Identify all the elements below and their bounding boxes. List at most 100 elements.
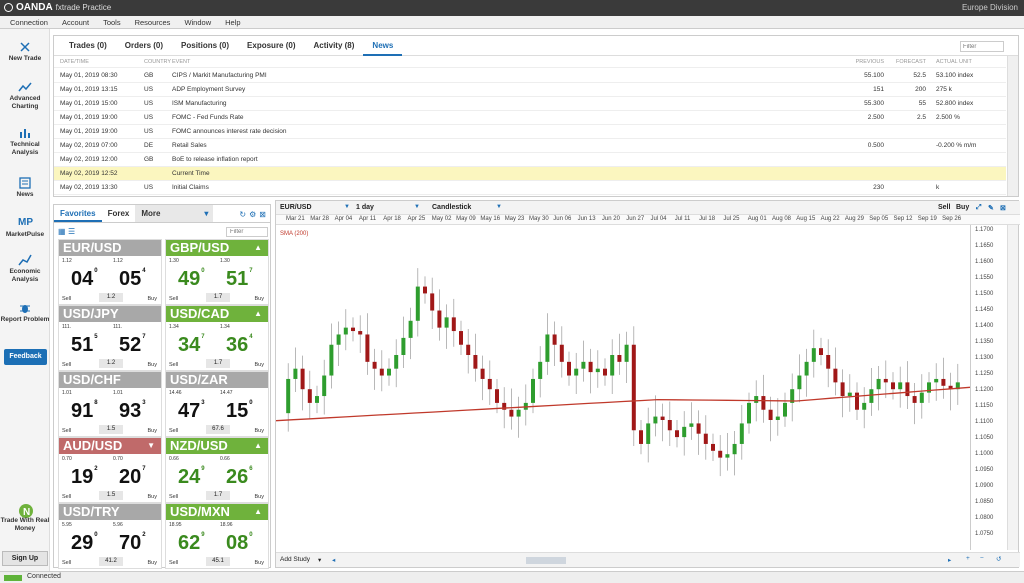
- tab-more[interactable]: More ▾: [135, 205, 214, 222]
- tab-news[interactable]: News: [363, 36, 403, 56]
- gear-icon[interactable]: ⚙: [249, 210, 256, 219]
- currency-tile[interactable]: USD/CAD ▲ 1.34 1.34 347 364 Sell 1.7 Buy: [165, 305, 269, 371]
- watchlist-filter-input[interactable]: [226, 227, 268, 237]
- sell-price[interactable]: 347: [178, 334, 205, 357]
- sign-up-button[interactable]: Sign Up: [2, 551, 48, 566]
- grid-view-icon[interactable]: ▦: [58, 227, 66, 236]
- news-row[interactable]: May 01, 2019 08:30 GB CIPS / Markit Manufa…: [54, 69, 1006, 83]
- sell-price[interactable]: 515: [71, 334, 98, 357]
- news-event: FOMC announces interest rate decision: [172, 128, 287, 135]
- buy-price[interactable]: 702: [119, 532, 146, 555]
- zoom-in-icon[interactable]: +: [966, 555, 970, 562]
- scroll-right-icon[interactable]: ▸: [948, 556, 951, 564]
- currency-tile[interactable]: USD/TRY 5.95 5.96 290 702 Sell 41.2 Buy: [58, 503, 162, 569]
- news-row[interactable]: May 01, 2019 15:00 US ISM Manufacturing 55.…: [54, 97, 1006, 111]
- menu-help[interactable]: Help: [225, 18, 240, 27]
- tab-exposure[interactable]: Exposure (0): [238, 36, 304, 56]
- sell-price[interactable]: 490: [178, 268, 205, 291]
- menu-connection[interactable]: Connection: [10, 18, 48, 27]
- instrument-select[interactable]: EUR/USD: [280, 204, 312, 211]
- close-icon[interactable]: ⊠: [1000, 204, 1006, 212]
- buy-price[interactable]: 080: [226, 532, 253, 555]
- feedback-button[interactable]: Feedback: [4, 349, 47, 365]
- chevron-down-icon[interactable]: ▼: [414, 204, 420, 210]
- sidebar-item-report-problem[interactable]: Report Problem: [0, 302, 50, 324]
- sell-price[interactable]: 249: [178, 466, 205, 489]
- buy-price[interactable]: 517: [226, 268, 253, 291]
- sidebar-item-news[interactable]: News: [0, 177, 50, 199]
- tab-favorites[interactable]: Favorites: [54, 205, 102, 222]
- menu-tools[interactable]: Tools: [103, 18, 121, 27]
- currency-tile[interactable]: USD/ZAR 14.46 14.47 473 150 Sell 67.6 Buy: [165, 371, 269, 437]
- candle-body: [466, 344, 471, 355]
- currency-tile[interactable]: NZD/USD ▲ 0.66 0.66 249 266 Sell 1.7 Buy: [165, 437, 269, 503]
- trade-real-money-link[interactable]: N Trade With Real Money: [0, 503, 50, 533]
- chart-vertical-scrollbar[interactable]: [1007, 225, 1018, 550]
- currency-tile[interactable]: USD/MXN ▲ 18.95 18.96 629 080 Sell 45.1 Buy: [165, 503, 269, 569]
- spread-badge: 1.5: [99, 491, 123, 500]
- menu-account[interactable]: Account: [62, 18, 89, 27]
- buy-price[interactable]: 150: [226, 400, 253, 423]
- sidebar-item-technical-analysis[interactable]: Technical Analysis: [0, 127, 50, 157]
- sell-price[interactable]: 192: [71, 466, 98, 489]
- chart-buy-button[interactable]: Buy: [956, 204, 969, 211]
- currency-tile[interactable]: GBP/USD ▲ 1.30 1.30 490 517 Sell 1.7 Buy: [165, 239, 269, 305]
- menu-resources[interactable]: Resources: [135, 18, 171, 27]
- chart-sell-button[interactable]: Sell: [938, 204, 950, 211]
- news-row[interactable]: May 02, 2019 12:52 Current Time: [54, 167, 1006, 181]
- refresh-icon[interactable]: ↻: [239, 210, 246, 219]
- sidebar-item-new-trade[interactable]: New Trade: [0, 41, 50, 63]
- sell-price[interactable]: 040: [71, 268, 98, 291]
- tab-forex[interactable]: Forex: [102, 205, 136, 222]
- list-view-icon[interactable]: ☰: [68, 227, 75, 236]
- news-row[interactable]: May 02, 2019 13:30 US Initial Claims 230 k: [54, 181, 1006, 195]
- connection-status: Connected: [27, 573, 61, 580]
- news-scrollbar[interactable]: [1007, 56, 1018, 196]
- sell-pips: 24: [178, 466, 201, 488]
- news-row[interactable]: May 01, 2019 19:00 US FOMC - Fed Funds Rat…: [54, 111, 1006, 125]
- buy-price[interactable]: 207: [119, 466, 146, 489]
- sell-price[interactable]: 629: [178, 532, 205, 555]
- edit-icon[interactable]: ✎: [988, 204, 994, 212]
- currency-tile[interactable]: USD/JPY 111. 111. 515 527 Sell 1.2 Buy: [58, 305, 162, 371]
- news-row[interactable]: May 02, 2019 07:00 DE Retail Sales 0.500 -0.…: [54, 139, 1006, 153]
- scroll-left-icon[interactable]: ◂: [332, 556, 335, 564]
- chevron-down-icon[interactable]: ▾: [318, 556, 321, 564]
- buy-price[interactable]: 933: [119, 400, 146, 423]
- candlestick-plot[interactable]: [276, 225, 970, 550]
- buy-price[interactable]: 266: [226, 466, 253, 489]
- sell-price[interactable]: 473: [178, 400, 205, 423]
- sell-price[interactable]: 290: [71, 532, 98, 555]
- chevron-down-icon[interactable]: ▼: [496, 204, 502, 210]
- chart-style-select[interactable]: Candlestick: [432, 204, 471, 211]
- sidebar-item-marketpulse[interactable]: MP MarketPulse: [0, 217, 50, 239]
- buy-label: Buy: [147, 362, 157, 368]
- sidebar-item-advanced-charting[interactable]: Advanced Charting: [0, 81, 50, 111]
- tab-activity[interactable]: Activity (8): [305, 36, 364, 56]
- sidebar-item-economic-analysis[interactable]: Economic Analysis: [0, 254, 50, 284]
- currency-tile[interactable]: EUR/USD 1.12 1.12 040 054 Sell 1.2 Buy: [58, 239, 162, 305]
- date-tick: May 09: [456, 216, 476, 222]
- buy-price[interactable]: 364: [226, 334, 253, 357]
- news-row[interactable]: May 01, 2019 13:15 US ADP Employment Surve…: [54, 83, 1006, 97]
- close-icon[interactable]: ⊠: [259, 210, 266, 219]
- currency-tile[interactable]: USD/CHF 1.01 1.01 918 933 Sell 1.5 Buy: [58, 371, 162, 437]
- news-row[interactable]: May 01, 2019 19:00 US FOMC announces inter…: [54, 125, 1006, 139]
- tab-trades[interactable]: Trades (0): [60, 36, 116, 56]
- sell-price[interactable]: 918: [71, 400, 98, 423]
- tab-orders[interactable]: Orders (0): [116, 36, 172, 56]
- chart-horizontal-scrollbar[interactable]: [526, 557, 566, 564]
- currency-tile[interactable]: AUD/USD ▼ 0.70 0.70 192 207 Sell 1.5 Buy: [58, 437, 162, 503]
- tab-positions[interactable]: Positions (0): [172, 36, 238, 56]
- buy-price[interactable]: 054: [119, 268, 146, 291]
- reset-icon[interactable]: ↺: [996, 555, 1001, 563]
- chevron-down-icon[interactable]: ▼: [344, 204, 350, 210]
- fullscreen-icon[interactable]: ⤢: [976, 204, 982, 212]
- add-study-button[interactable]: Add Study: [280, 556, 310, 563]
- news-row[interactable]: May 02, 2019 12:00 GB BoE to release infla…: [54, 153, 1006, 167]
- menu-window[interactable]: Window: [184, 18, 211, 27]
- news-filter-input[interactable]: [960, 41, 1004, 52]
- buy-price[interactable]: 527: [119, 334, 146, 357]
- zoom-out-icon[interactable]: −: [980, 555, 984, 562]
- timeframe-select[interactable]: 1 day: [356, 204, 374, 211]
